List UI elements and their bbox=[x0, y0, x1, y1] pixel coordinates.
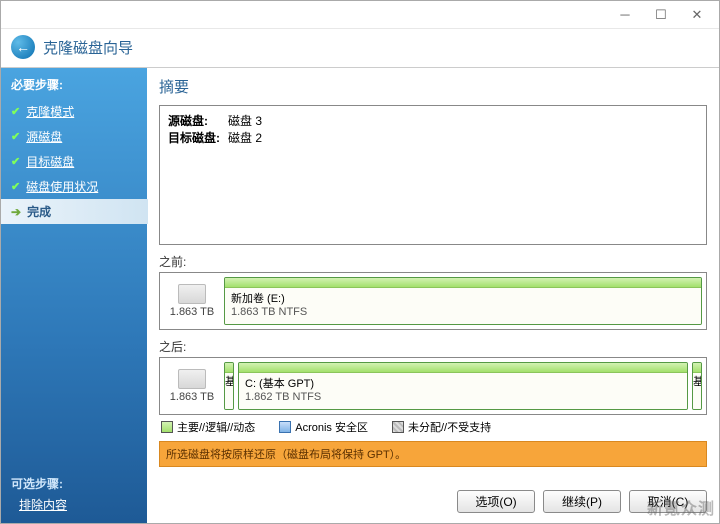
partition-usage-bar bbox=[225, 363, 233, 373]
partition-body: 基 bbox=[225, 373, 233, 409]
disk-icon-column: 1.863 TB bbox=[164, 277, 220, 325]
minimize-button[interactable]: ─ bbox=[607, 4, 643, 26]
partition-after-small1[interactable]: 基 bbox=[224, 362, 234, 410]
sidebar-spacer bbox=[1, 224, 147, 469]
step-label: 克隆模式 bbox=[26, 103, 74, 120]
required-steps-heading: 必要步骤: bbox=[1, 72, 147, 99]
legend-primary: 主要//逻辑//动态 bbox=[161, 419, 255, 435]
disk-size: 1.863 TB bbox=[170, 306, 214, 318]
summary-box: 源磁盘: 磁盘 3 目标磁盘: 磁盘 2 bbox=[159, 105, 707, 245]
legend: 主要//逻辑//动态 Acronis 安全区 未分配//不受支持 bbox=[159, 415, 707, 439]
header: ← 克隆磁盘向导 bbox=[1, 29, 719, 67]
maximize-button[interactable]: ☐ bbox=[643, 4, 679, 26]
optional-steps: 可选步骤: 排除内容 bbox=[1, 469, 147, 523]
step-label: 完成 bbox=[27, 203, 51, 220]
partition-usage-bar bbox=[239, 363, 687, 373]
sidebar: 必要步骤: ✔ 克隆模式 ✔ 源磁盘 ✔ 目标磁盘 ✔ 磁盘使用状况 ➔ 完成 bbox=[1, 68, 147, 523]
legend-label: 主要//逻辑//动态 bbox=[177, 419, 255, 435]
step-label: 磁盘使用状况 bbox=[26, 178, 98, 195]
step-disk-usage[interactable]: ✔ 磁盘使用状况 bbox=[1, 174, 147, 199]
disk-icon bbox=[178, 369, 206, 389]
legend-unallocated: 未分配//不受支持 bbox=[392, 419, 491, 435]
summary-title: 摘要 bbox=[159, 76, 707, 97]
check-icon: ✔ bbox=[11, 155, 20, 168]
legend-acronis: Acronis 安全区 bbox=[279, 419, 368, 435]
step-target-disk[interactable]: ✔ 目标磁盘 bbox=[1, 149, 147, 174]
legend-swatch-icon bbox=[161, 421, 173, 433]
wizard-window: ─ ☐ ✕ ← 克隆磁盘向导 必要步骤: ✔ 克隆模式 ✔ 源磁盘 ✔ 目标磁盘 bbox=[0, 0, 720, 524]
partition-before-main[interactable]: 新加卷 (E:) 1.863 TB NTFS bbox=[224, 277, 702, 325]
continue-button[interactable]: 继续(P) bbox=[543, 490, 621, 513]
options-button[interactable]: 选项(O) bbox=[457, 490, 535, 513]
source-value: 磁盘 3 bbox=[228, 112, 262, 129]
optional-exclude-link[interactable]: 排除内容 bbox=[11, 496, 137, 513]
main-panel: 摘要 源磁盘: 磁盘 3 目标磁盘: 磁盘 2 之前: 1.863 T bbox=[147, 68, 719, 523]
titlebar: ─ ☐ ✕ bbox=[1, 1, 719, 29]
wizard-title: 克隆磁盘向导 bbox=[43, 37, 133, 58]
cancel-button[interactable]: 取消(C) bbox=[629, 490, 707, 513]
body: 必要步骤: ✔ 克隆模式 ✔ 源磁盘 ✔ 目标磁盘 ✔ 磁盘使用状况 ➔ 完成 bbox=[1, 67, 719, 523]
target-row: 目标磁盘: 磁盘 2 bbox=[168, 129, 698, 146]
partition-usage-bar bbox=[693, 363, 701, 373]
partition-body: 新加卷 (E:) 1.863 TB NTFS bbox=[225, 288, 701, 324]
target-value: 磁盘 2 bbox=[228, 129, 262, 146]
main-inner: 摘要 源磁盘: 磁盘 3 目标磁盘: 磁盘 2 之前: 1.863 T bbox=[147, 68, 719, 482]
step-finish-current: ➔ 完成 bbox=[1, 199, 148, 224]
back-arrow-icon: ← bbox=[16, 39, 30, 55]
optional-steps-heading: 可选步骤: bbox=[11, 475, 137, 492]
window-controls: ─ ☐ ✕ bbox=[607, 4, 715, 26]
close-button[interactable]: ✕ bbox=[679, 4, 715, 26]
legend-swatch-icon bbox=[279, 421, 291, 433]
source-label: 源磁盘: bbox=[168, 112, 228, 129]
partition-usage-bar bbox=[225, 278, 701, 288]
current-arrow-icon: ➔ bbox=[11, 205, 21, 219]
check-icon: ✔ bbox=[11, 130, 20, 143]
check-icon: ✔ bbox=[11, 105, 20, 118]
step-clone-mode[interactable]: ✔ 克隆模式 bbox=[1, 99, 147, 124]
disk-icon bbox=[178, 284, 206, 304]
footer: 选项(O) 继续(P) 取消(C) bbox=[147, 482, 719, 523]
disk-size: 1.863 TB bbox=[170, 391, 214, 403]
before-disk-layout: 1.863 TB 新加卷 (E:) 1.863 TB NTFS bbox=[159, 272, 707, 330]
before-label: 之前: bbox=[159, 253, 707, 270]
legend-label: 未分配//不受支持 bbox=[408, 419, 491, 435]
partition-name: 新加卷 (E:) bbox=[231, 290, 695, 306]
back-button[interactable]: ← bbox=[11, 35, 35, 59]
disk-icon-column: 1.863 TB bbox=[164, 362, 220, 410]
target-label: 目标磁盘: bbox=[168, 129, 228, 146]
check-icon: ✔ bbox=[11, 180, 20, 193]
legend-swatch-icon bbox=[392, 421, 404, 433]
gpt-notice: 所选磁盘将按原样还原（磁盘布局将保持 GPT）。 bbox=[159, 441, 707, 467]
source-row: 源磁盘: 磁盘 3 bbox=[168, 112, 698, 129]
step-label: 目标磁盘 bbox=[26, 153, 74, 170]
partition-body: C: (基本 GPT) 1.862 TB NTFS bbox=[239, 373, 687, 409]
after-disk-layout: 1.863 TB 基 C: (基本 GPT) 1.862 TB NTFS bbox=[159, 357, 707, 415]
step-label: 源磁盘 bbox=[26, 128, 62, 145]
step-source-disk[interactable]: ✔ 源磁盘 bbox=[1, 124, 147, 149]
partition-detail: 1.862 TB NTFS bbox=[245, 391, 681, 403]
partition-name: C: (基本 GPT) bbox=[245, 375, 681, 391]
partition-detail: 1.863 TB NTFS bbox=[231, 306, 695, 318]
partition-after-main[interactable]: C: (基本 GPT) 1.862 TB NTFS bbox=[238, 362, 688, 410]
after-label: 之后: bbox=[159, 338, 707, 355]
partition-body: 基 bbox=[693, 373, 701, 409]
partition-after-small2[interactable]: 基 bbox=[692, 362, 702, 410]
legend-label: Acronis 安全区 bbox=[295, 419, 368, 435]
